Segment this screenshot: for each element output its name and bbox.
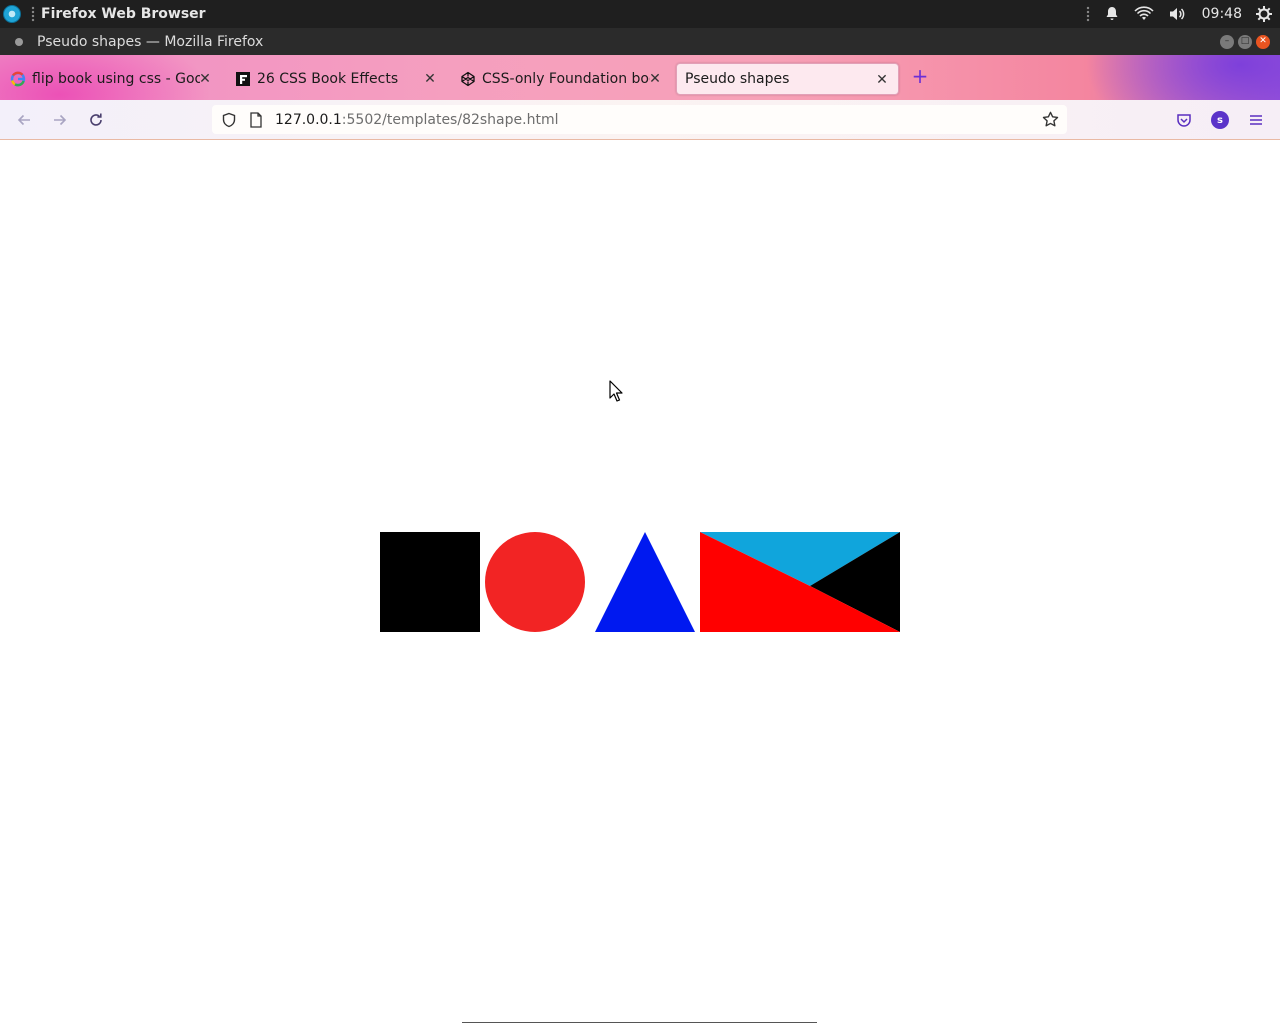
window-controls: – □ ✕ bbox=[1220, 34, 1280, 49]
blue-triangle bbox=[595, 532, 695, 632]
freefrontend-icon bbox=[235, 71, 251, 87]
avatar: S bbox=[1211, 111, 1229, 129]
os-top-panel: Firefox Web Browser 09:48 bbox=[0, 0, 1280, 28]
tab-label: CSS-only Foundation boo bbox=[482, 71, 650, 87]
settings-gear-icon[interactable] bbox=[1256, 6, 1272, 22]
new-tab-button[interactable]: + bbox=[910, 66, 930, 86]
maximize-button[interactable]: □ bbox=[1238, 34, 1252, 49]
page-viewport bbox=[0, 140, 1280, 1024]
forward-button[interactable] bbox=[50, 110, 70, 130]
window-title: Pseudo shapes — Mozilla Firefox bbox=[37, 33, 264, 50]
active-app-title[interactable]: Firefox Web Browser bbox=[41, 6, 206, 22]
url-host: 127.0.0.1 bbox=[275, 111, 342, 128]
google-icon bbox=[10, 71, 26, 87]
volume-icon[interactable] bbox=[1168, 6, 1188, 22]
divider bbox=[462, 1022, 817, 1023]
bookmark-star-icon[interactable] bbox=[1042, 111, 1059, 128]
black-square bbox=[380, 532, 480, 632]
notification-bell-icon[interactable] bbox=[1104, 6, 1120, 22]
tab-flip-book-search[interactable]: flip book using css - Goog ✕ bbox=[10, 63, 215, 95]
envelope-shape bbox=[700, 532, 900, 632]
tab-label: 26 CSS Book Effects bbox=[257, 71, 399, 87]
tab-strip: flip book using css - Goog ✕ 26 CSS Book… bbox=[0, 55, 1280, 100]
reload-button[interactable] bbox=[86, 110, 106, 130]
menu-button[interactable] bbox=[1246, 110, 1266, 130]
back-button[interactable] bbox=[14, 110, 34, 130]
shapes-row bbox=[380, 532, 900, 632]
page-info-icon[interactable] bbox=[249, 111, 263, 128]
clock[interactable]: 09:48 bbox=[1202, 6, 1242, 22]
tab-label: Pseudo shapes bbox=[685, 71, 790, 87]
tab-close-icon[interactable]: ✕ bbox=[422, 71, 438, 87]
tab-label: flip book using css - Goog bbox=[32, 71, 200, 87]
reload-icon bbox=[90, 113, 102, 126]
avatar-letter: S bbox=[1217, 114, 1223, 126]
url-text[interactable]: 127.0.0.1:5502/templates/82shape.html bbox=[275, 112, 558, 128]
arrow-left-icon bbox=[17, 114, 30, 126]
address-bar[interactable]: 127.0.0.1:5502/templates/82shape.html bbox=[212, 105, 1067, 134]
wifi-icon[interactable] bbox=[1134, 6, 1154, 22]
shield-icon[interactable] bbox=[221, 112, 237, 128]
codepen-icon bbox=[460, 71, 476, 87]
tab-css-only-foundation-book[interactable]: CSS-only Foundation boo ✕ bbox=[460, 63, 665, 95]
window-title-bar: Pseudo shapes — Mozilla Firefox – □ ✕ bbox=[0, 28, 1280, 55]
hamburger-menu-icon bbox=[1250, 115, 1262, 125]
close-window-button[interactable]: ✕ bbox=[1256, 34, 1270, 49]
tab-pseudo-shapes[interactable]: Pseudo shapes ✕ bbox=[676, 63, 899, 95]
tab-close-icon[interactable]: ✕ bbox=[647, 71, 663, 87]
window-menu-dot-icon[interactable] bbox=[15, 37, 23, 46]
ubuntu-dash-icon[interactable] bbox=[3, 5, 21, 23]
url-path: :5502/templates/82shape.html bbox=[341, 111, 559, 128]
mouse-cursor-icon bbox=[609, 380, 623, 402]
account-button[interactable]: S bbox=[1210, 110, 1230, 130]
tab-close-icon[interactable]: ✕ bbox=[197, 71, 213, 87]
pocket-button[interactable] bbox=[1174, 110, 1194, 130]
red-circle bbox=[485, 532, 585, 632]
minimize-button[interactable]: – bbox=[1220, 34, 1234, 49]
pocket-icon bbox=[1177, 114, 1191, 127]
tab-26-css-book-effects[interactable]: 26 CSS Book Effects ✕ bbox=[235, 63, 440, 95]
navigation-bar: 127.0.0.1:5502/templates/82shape.html S bbox=[0, 100, 1280, 140]
system-tray: 09:48 bbox=[1085, 6, 1280, 22]
panel-grip-icon bbox=[31, 6, 35, 22]
tray-grip-icon bbox=[1085, 6, 1090, 22]
arrow-right-icon bbox=[54, 114, 67, 126]
tab-close-icon[interactable]: ✕ bbox=[874, 72, 890, 88]
